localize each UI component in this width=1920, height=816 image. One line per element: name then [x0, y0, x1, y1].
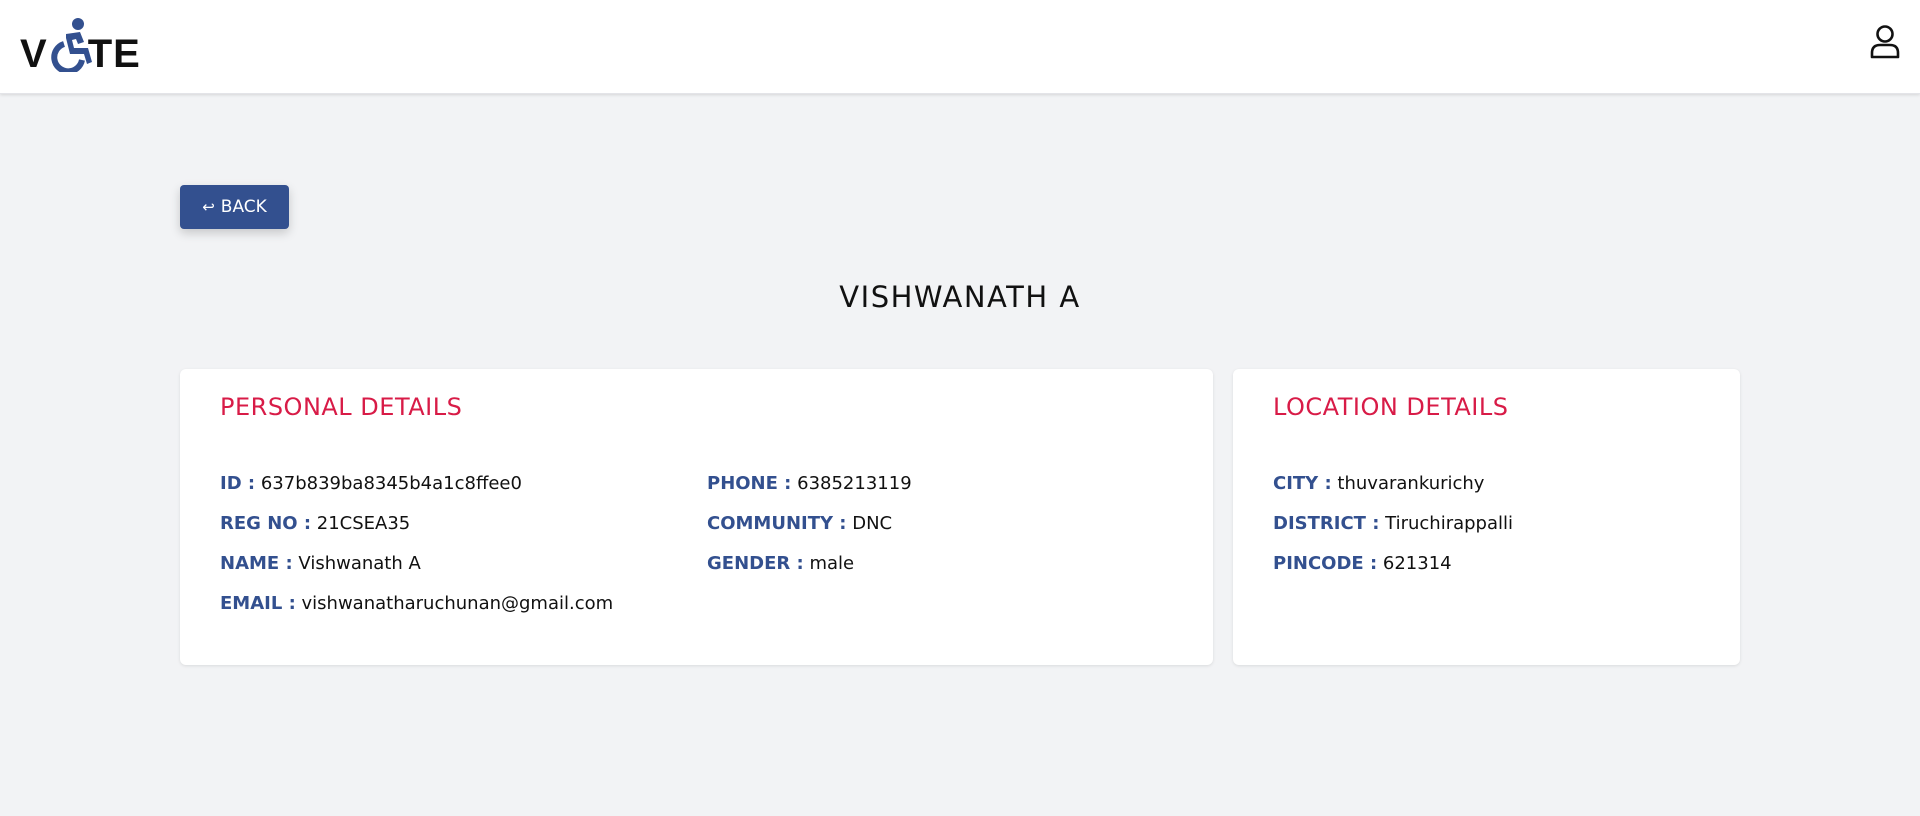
field-pincode-value: 621314	[1382, 553, 1452, 574]
field-name-value: Vishwanath A	[298, 553, 421, 574]
field-id-label: ID :	[220, 473, 256, 494]
field-city: CITY : thuvarankurichy	[1273, 473, 1484, 494]
field-id-value: 637b839ba8345b4a1c8ffee0	[260, 473, 522, 494]
field-district-label: DISTRICT :	[1273, 513, 1380, 534]
field-phone: PHONE : 6385213119	[707, 473, 912, 494]
vote-logo[interactable]: V TE	[20, 18, 142, 74]
field-community: COMMUNITY : DNC	[707, 513, 892, 534]
voter-name-title: VISHWANATH A	[839, 280, 1081, 314]
field-phone-value: 6385213119	[797, 473, 912, 494]
field-name-label: NAME :	[220, 553, 293, 574]
location-details-card: LOCATION DETAILS CITY : thuvarankurichy …	[1233, 369, 1740, 665]
field-community-label: COMMUNITY :	[707, 513, 847, 534]
field-gender-value: male	[809, 553, 855, 574]
navbar: V TE	[0, 0, 1920, 94]
field-id: ID : 637b839ba8345b4a1c8ffee0	[220, 473, 522, 494]
field-reg-no: REG NO : 21CSEA35	[220, 513, 410, 534]
field-pincode-label: PINCODE :	[1273, 553, 1378, 574]
field-city-label: CITY :	[1273, 473, 1332, 494]
back-button[interactable]: ↩ BACK	[180, 185, 289, 229]
field-gender-label: GENDER :	[707, 553, 804, 574]
field-email: EMAIL : vishwanatharuchunan@gmail.com	[220, 593, 613, 614]
field-email-value: vishwanatharuchunan@gmail.com	[301, 593, 614, 614]
field-reg-no-value: 21CSEA35	[316, 513, 411, 534]
personal-details-card: PERSONAL DETAILS ID : 637b839ba8345b4a1c…	[180, 369, 1213, 665]
accessibility-wheelchair-icon	[51, 18, 92, 72]
field-district: DISTRICT : Tiruchirappalli	[1273, 513, 1513, 534]
back-button-label: BACK	[220, 197, 267, 217]
location-details-heading: LOCATION DETAILS	[1273, 393, 1509, 421]
field-district-value: Tiruchirappalli	[1385, 513, 1514, 534]
field-phone-label: PHONE :	[707, 473, 792, 494]
field-name: NAME : Vishwanath A	[220, 553, 421, 574]
personal-details-heading: PERSONAL DETAILS	[220, 393, 463, 421]
field-pincode: PINCODE : 621314	[1273, 553, 1452, 574]
return-arrow-icon: ↩	[202, 198, 215, 216]
user-icon[interactable]	[1867, 24, 1903, 60]
field-city-value: thuvarankurichy	[1337, 473, 1485, 494]
field-gender: GENDER : male	[707, 553, 854, 574]
field-community-value: DNC	[852, 513, 893, 534]
field-reg-no-label: REG NO :	[220, 513, 312, 534]
field-email-label: EMAIL :	[220, 593, 296, 614]
